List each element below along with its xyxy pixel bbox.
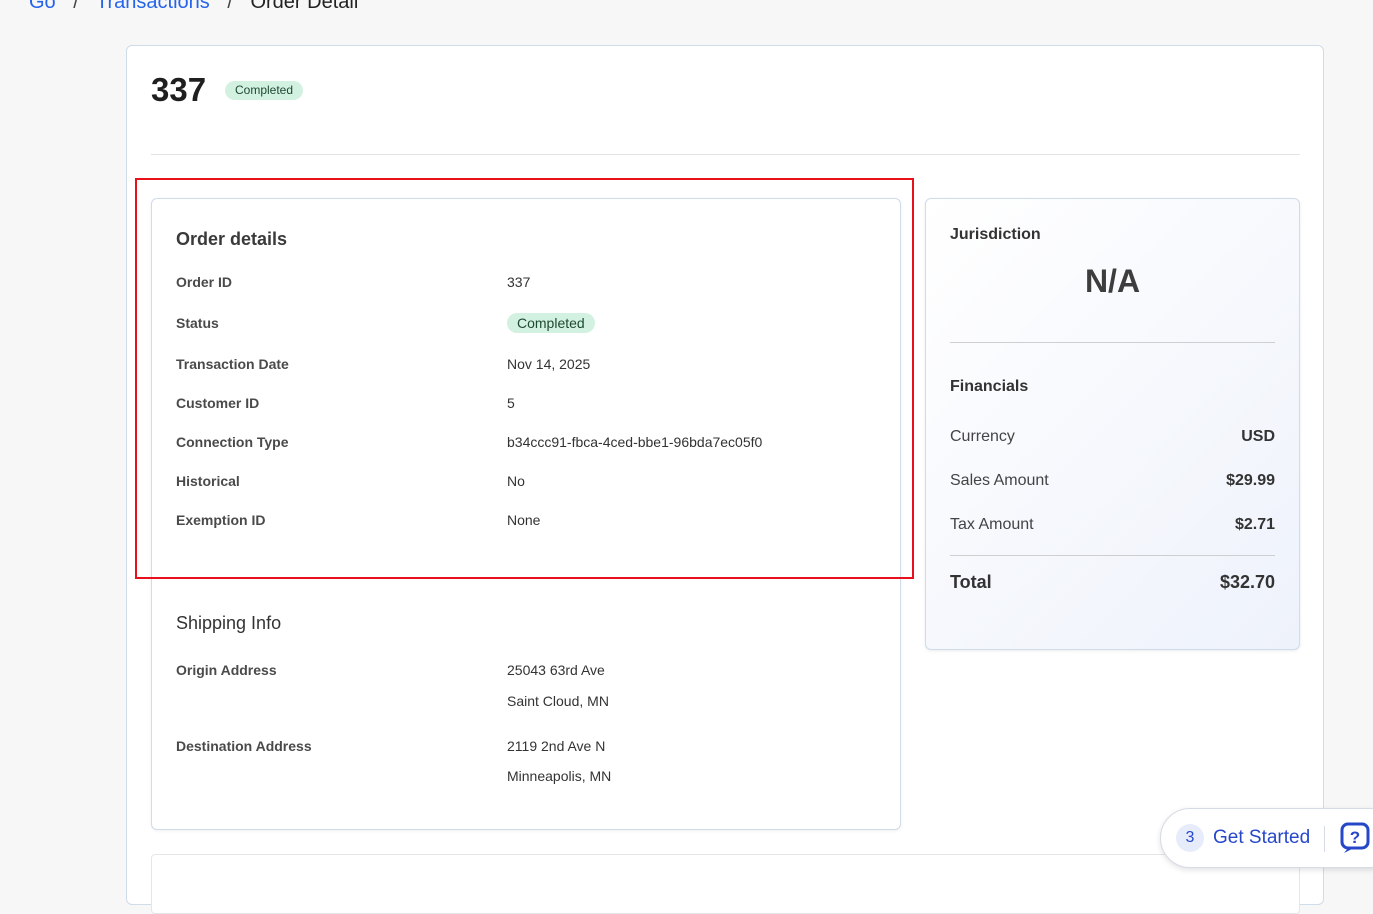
tax-amount-value: $2.71 [1234, 516, 1275, 533]
origin-address-line1: 25043 63rd Ave [507, 662, 605, 678]
get-started-count-badge: 3 [1176, 824, 1204, 852]
summary-divider [950, 342, 1275, 343]
destination-address-line2: Minneapolis, MN [507, 768, 612, 784]
bottom-card [151, 854, 1300, 914]
tax-amount-label: Tax Amount [950, 516, 1034, 533]
sales-amount-label: Sales Amount [950, 472, 1049, 489]
breadcrumb-link-transactions[interactable]: Transactions [96, 0, 210, 13]
breadcrumb-separator: / [227, 0, 233, 13]
jurisdiction-label: Jurisdiction [950, 226, 1041, 243]
svg-text:?: ? [1350, 828, 1360, 847]
get-started-button[interactable]: Get Started [1213, 827, 1310, 849]
header-divider [151, 154, 1300, 155]
breadcrumb: Go / Transactions / Order Detail [29, 0, 358, 14]
origin-address-line2: Saint Cloud, MN [507, 693, 609, 709]
get-started-separator [1324, 826, 1325, 852]
total-value: $32.70 [1219, 572, 1275, 592]
currency-value: USD [1241, 428, 1275, 445]
status-badge: Completed [225, 81, 304, 100]
jurisdiction-value: N/A [1084, 263, 1141, 299]
financials-title: Financials [950, 378, 1029, 395]
total-label: Total [950, 572, 992, 592]
field-label-destination-address: Destination Address [176, 738, 312, 754]
field-label-origin-address: Origin Address [176, 662, 277, 678]
help-chat-icon[interactable]: ? [1340, 822, 1372, 854]
breadcrumb-current: Order Detail [250, 0, 359, 13]
breadcrumb-separator: / [73, 0, 79, 13]
currency-label: Currency [950, 428, 1015, 445]
page-title: 337 [151, 71, 207, 108]
sales-amount-value: $29.99 [1226, 472, 1275, 489]
total-divider [950, 555, 1275, 556]
shipping-info-title: Shipping Info [176, 613, 282, 633]
breadcrumb-link-go[interactable]: Go [29, 0, 56, 13]
highlight-box [135, 178, 914, 579]
destination-address-line1: 2119 2nd Ave N [507, 738, 606, 754]
